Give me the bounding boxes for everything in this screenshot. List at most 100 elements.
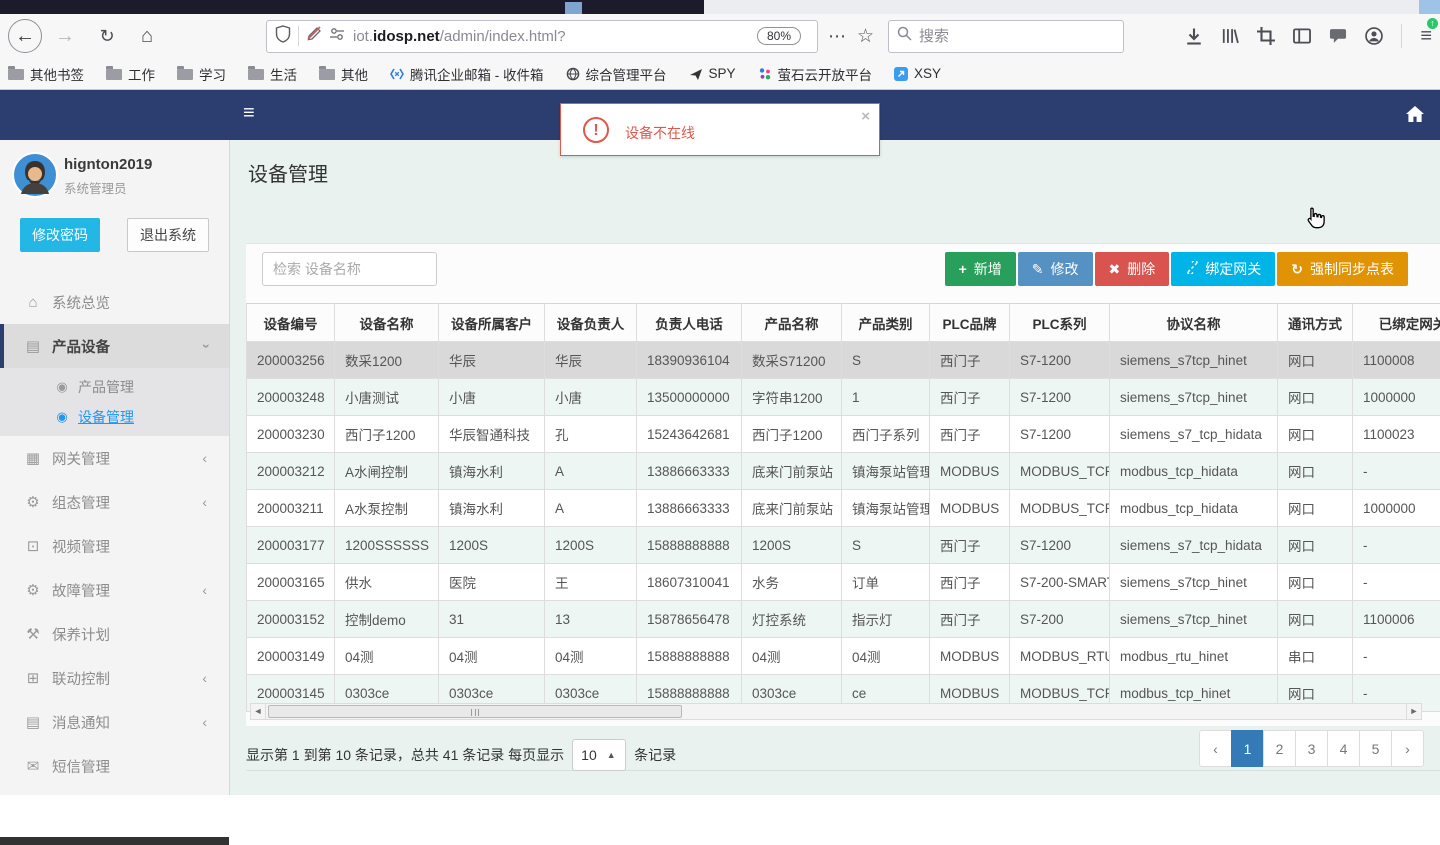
sidebar-item-组态管理[interactable]: ⚙组态管理‹ [0,480,229,524]
page-size-select[interactable]: 10▲ [572,739,626,771]
change-password-button[interactable]: 修改密码 [20,218,100,252]
bind-gateway-button[interactable]: 绑定网关 [1171,252,1275,286]
browser-active-tab[interactable] [0,0,704,14]
collapse-sidebar-icon[interactable]: ≡ [243,102,255,125]
table-row[interactable]: 200003165供水医院王18607310041水务订单西门子S7-200-S… [247,564,1440,601]
table-cell: 镇海水利 [439,490,545,527]
browser-search-input[interactable] [919,28,1099,45]
sidebar-item-联动控制[interactable]: ⊞联动控制‹ [0,656,229,700]
bookmark-item[interactable]: 工作 [106,64,155,84]
device-search-input[interactable] [262,252,437,286]
bookmark-item[interactable]: 其他 [319,64,368,84]
pager-page-4[interactable]: 4 [1327,730,1360,767]
table-cell: 小唐 [545,379,637,416]
page-actions-icon[interactable]: ⋯ [828,26,847,47]
blocked-pencil-icon[interactable] [306,25,323,47]
browser-home-button[interactable]: ⌂ [132,25,162,48]
bookmark-item[interactable]: SPY [689,66,736,81]
url-text[interactable]: iot.idosp.net/admin/index.html? [353,28,757,45]
table-cell: 13500000000 [637,379,742,416]
bookmark-star-icon[interactable]: ☆ [857,25,874,48]
scroll-left-arrow[interactable]: ◄ [250,703,266,720]
table-row[interactable]: 2000031771200SSSSSS1200S1200S15888888888… [247,527,1440,564]
browser-search-box[interactable] [888,20,1124,53]
pager-prev[interactable]: ‹ [1199,730,1232,767]
app-home-icon[interactable] [1404,104,1426,129]
pager-next[interactable]: › [1391,730,1424,767]
app-menu-icon[interactable]: ≡↑ [1420,25,1432,48]
force-sync-button[interactable]: ↻强制同步点表 [1277,252,1408,286]
sidebar-item-系统总览[interactable]: ⌂系统总览 [0,280,229,324]
account-icon[interactable] [1365,27,1383,45]
bookmark-item[interactable]: 其他书签 [8,64,84,84]
table-cell: A水闸控制 [335,453,439,490]
bookmark-item[interactable]: 生活 [248,64,297,84]
table-row[interactable]: 20000314904测04测04测1588888888804测04测MODBU… [247,638,1440,675]
scroll-right-arrow[interactable]: ► [1406,703,1422,720]
table-cell: 200003177 [247,527,335,564]
bookmarks-bar: 其他书签 工作 学习 生活 其他 腾讯企业邮箱 - 收件箱 综合管理平台 SPY 萤石云开放平台… [0,58,1440,90]
sidebar-item-短信管理[interactable]: ✉短信管理 [0,744,229,788]
pager-page-3[interactable]: 3 [1295,730,1328,767]
sidebar-item-网关管理[interactable]: ▦网关管理‹ [0,436,229,480]
shield-icon[interactable] [275,25,291,48]
library-icon[interactable] [1221,27,1239,45]
sidebar-item-视频管理[interactable]: ⊡视频管理 [0,524,229,568]
permissions-icon[interactable] [329,27,345,46]
table-cell: modbus_tcp_hidata [1110,453,1278,490]
delete-button[interactable]: ✖删除 [1095,252,1170,286]
chevron-down-icon: ‹ [197,344,213,349]
scrollbar-track[interactable] [266,703,1406,720]
table-row[interactable]: 200003248小唐测试小唐小唐13500000000字符串12001西门子S… [247,379,1440,416]
table-row[interactable]: 200003212A水闸控制镇海水利A13886663333底来门前泵站镇海泵站… [247,453,1440,490]
table-row[interactable]: 200003256数采1200华辰华辰18390936104数采S71200S西… [247,342,1440,379]
sidebar-item-label: 系统总览 [52,292,110,313]
back-button[interactable]: ← [8,19,42,53]
sidebar-item-产品设备[interactable]: ▤产品设备‹ [0,324,229,368]
bookmark-item[interactable]: XSY [894,66,941,81]
bookmark-item[interactable]: 腾讯企业邮箱 - 收件箱 [390,64,544,84]
horizontal-scrollbar[interactable]: ◄ ► [250,703,1422,720]
bookmark-item[interactable]: 学习 [177,64,226,84]
sidebar-item-保养计划[interactable]: ⚒保养计划 [0,612,229,656]
table-cell: 西门子 [930,416,1010,453]
edit-button[interactable]: ✎修改 [1018,252,1093,286]
alert-close-icon[interactable]: × [861,108,870,125]
bookmark-item[interactable]: 综合管理平台 [566,64,667,84]
sidebar-item-故障管理[interactable]: ⚙故障管理‹ [0,568,229,612]
sidebar-subitem-产品管理[interactable]: ◉产品管理 [0,372,229,402]
zoom-level-badge[interactable]: 80% [757,27,801,45]
scrollbar-thumb[interactable] [268,705,682,718]
bookmark-item[interactable]: 萤石云开放平台 [758,64,873,84]
table-row[interactable]: 200003211A水泵控制镇海水利A13886663333底来门前泵站镇海泵站… [247,490,1440,527]
screenshot-icon[interactable] [1257,27,1275,45]
table-cell: 指示灯 [842,601,930,638]
pager-page-1[interactable]: 1 [1231,730,1264,767]
table-cell: 供水 [335,564,439,601]
table-row[interactable]: 200003152控制demo311315878656478灯控系统指示灯西门子… [247,601,1440,638]
table-cell: 200003152 [247,601,335,638]
forward-button[interactable]: → [50,25,80,48]
table-cell: siemens_s7tcp_hinet [1110,342,1278,379]
link-icon [1185,261,1198,277]
table-row[interactable]: 200003230西门子1200华辰智通科技孔15243642681西门子120… [247,416,1440,453]
sidebar-toggle-icon[interactable] [1293,27,1311,45]
chat-icon[interactable] [1329,27,1347,45]
reload-button[interactable]: ↻ [92,26,122,47]
sidebar-subitem-设备管理[interactable]: ◉设备管理 [0,402,229,432]
add-button[interactable]: +新增 [945,252,1016,286]
bookmark-label: 综合管理平台 [586,64,667,84]
downloads-icon[interactable] [1185,27,1203,45]
sidebar-item-消息通知[interactable]: ▤消息通知‹ [0,700,229,744]
dot-circle-icon: ◉ [52,379,72,395]
table-cell: 订单 [842,564,930,601]
bookmark-label: SPY [709,66,736,81]
url-bar[interactable]: iot.idosp.net/admin/index.html? 80% [266,20,818,53]
column-header: 设备名称 [335,304,439,342]
logout-button[interactable]: 退出系统 [127,218,209,252]
pager-page-5[interactable]: 5 [1359,730,1392,767]
pager-page-2[interactable]: 2 [1263,730,1296,767]
table-cell: 1200S [439,527,545,564]
table-cell: - [1353,638,1440,675]
table-cell: 18607310041 [637,564,742,601]
